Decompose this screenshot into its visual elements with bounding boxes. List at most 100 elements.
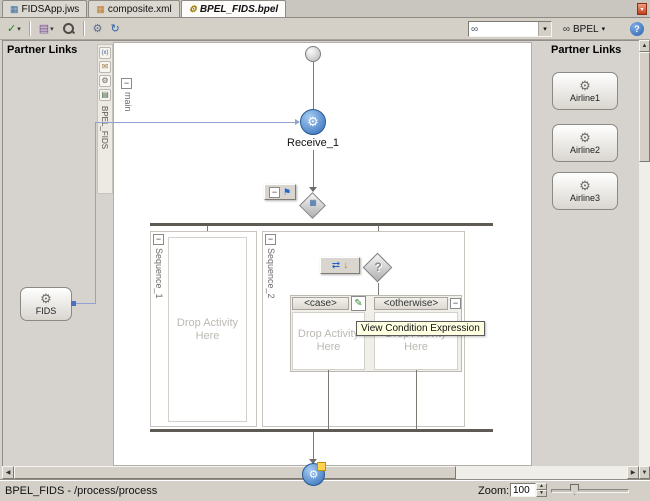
scroll-down-button[interactable]: ▼ — [639, 466, 650, 479]
binoculars-icon: ∞ — [471, 23, 479, 35]
scroll-left-button[interactable]: ◀ — [2, 466, 14, 479]
question-icon: ? — [374, 260, 382, 274]
partner-link-connector — [76, 303, 95, 304]
warning-badge — [317, 462, 326, 471]
refresh-icon: ↻ — [110, 23, 120, 35]
gear-icon: ⚙ — [92, 23, 103, 35]
zoom-decrease-button[interactable]: ▼ — [536, 490, 547, 497]
rail-label: BPEL_FIDS — [100, 106, 109, 150]
partner-links-right-title: Partner Links — [551, 44, 622, 56]
settings-button[interactable]: ⚙ — [90, 20, 106, 38]
otherwise-collapse-button[interactable]: − — [450, 298, 461, 309]
partner-link-label: Airline2 — [569, 144, 600, 155]
gear-icon: ⚙ — [579, 77, 591, 93]
zoom-label: Zoom: — [478, 485, 510, 497]
zoom-input[interactable] — [510, 483, 536, 497]
flow-mini-toolbar: − ⚑ — [264, 184, 296, 200]
bookmark-button[interactable]: ▤ ▾ — [36, 20, 57, 38]
tab-fidsapp[interactable]: ▦ FIDSApp.jws — [2, 0, 88, 17]
flow-activity[interactable]: ▦ — [299, 192, 327, 220]
flow-line — [313, 150, 314, 187]
glasses-icon: ∞ — [562, 23, 571, 35]
gear-icon: ⚙ — [307, 114, 319, 129]
process-path: BPEL_FIDS - /process/process — [5, 484, 158, 497]
tab-label: composite.xml — [107, 3, 172, 15]
sequence-collapse-button[interactable]: − — [265, 234, 276, 245]
tab-bpel-fids[interactable]: ⚙ BPEL_FIDS.bpel — [180, 0, 287, 17]
bookmark-icon: ▤ — [38, 23, 50, 35]
vertical-scrollbar-thumb[interactable] — [639, 52, 650, 162]
drop-activity-zone[interactable]: Drop Activity Here — [168, 237, 247, 422]
horizontal-scrollbar-thumb[interactable] — [14, 466, 456, 479]
partner-link-fids[interactable]: ⚙ FIDS — [20, 287, 72, 321]
flow-bar-top — [150, 223, 493, 226]
flow-line — [313, 432, 314, 461]
switch-activity[interactable]: ? — [362, 252, 393, 283]
chevron-down-icon: ▾ — [601, 26, 606, 33]
gear-icon: ⚙ — [579, 129, 591, 145]
partner-link-label: Airline1 — [569, 92, 600, 103]
zoom-slider-track[interactable] — [551, 489, 629, 493]
case-header[interactable]: <case> — [292, 297, 349, 310]
sequence-2-label: Sequence_2 — [266, 248, 276, 299]
tab-label: FIDSApp.jws — [21, 3, 80, 15]
refresh-button[interactable]: ↻ — [108, 20, 123, 38]
partner-links-left-title: Partner Links — [7, 44, 78, 56]
tooltip: View Condition Expression — [356, 321, 485, 336]
combo-dropdown-button[interactable]: ▾ — [538, 22, 551, 36]
view-condition-button[interactable]: ✎ — [351, 296, 366, 311]
scope-collapse-button[interactable]: − — [121, 78, 132, 89]
composite-icon: ▦ — [96, 3, 105, 14]
tab-composite[interactable]: ▦ composite.xml — [88, 0, 180, 17]
gear-icon[interactable]: ⚙ — [99, 75, 111, 87]
mail-icon[interactable]: ✉ — [99, 61, 111, 73]
receive-label: Receive_1 — [287, 137, 339, 149]
sequence-1-label: Sequence_1 — [154, 248, 164, 299]
gear-icon: ⚙ — [40, 290, 52, 306]
toolbar: ✓ ▾ ▤ ▾ ⚙ ↻ — [0, 18, 650, 40]
bpel-view-button[interactable]: ∞ BPEL ▾ — [557, 21, 611, 37]
palette-icon[interactable]: ▤ — [99, 89, 111, 101]
magnifier-icon — [62, 22, 75, 35]
chevron-down-icon: ▾ — [50, 25, 54, 33]
bpel-view-label: BPEL — [573, 23, 599, 35]
search-combo[interactable]: ∞ ▾ — [468, 21, 552, 37]
start-node[interactable] — [305, 46, 321, 62]
flow-line — [313, 62, 314, 109]
tab-bar: ▦ FIDSApp.jws ▦ composite.xml ⚙ BPEL_FID… — [0, 0, 650, 18]
flow-bar-bottom — [150, 429, 493, 432]
gear-icon: ⚙ — [188, 3, 197, 14]
tab-menu-icon[interactable]: ▾ — [637, 3, 647, 15]
sequence-collapse-button[interactable]: − — [153, 234, 164, 245]
scroll-up-button[interactable]: ▲ — [639, 40, 650, 52]
partner-link-airline2[interactable]: ⚙ Airline2 — [552, 124, 618, 162]
search-button[interactable] — [59, 20, 78, 38]
app-icon: ▦ — [10, 3, 19, 14]
flow-icon: ▦ — [309, 198, 317, 207]
receive-activity[interactable]: ⚙ — [300, 109, 326, 135]
switch-mini-toolbar: ⇄ ↓ — [320, 257, 360, 274]
scope-label: main — [123, 92, 133, 112]
flag-icon[interactable]: ⚑ — [283, 187, 291, 198]
add-case-icon[interactable]: ⇄ — [332, 260, 340, 271]
partner-link-airline1[interactable]: ⚙ Airline1 — [552, 72, 618, 110]
partner-link-label: Airline3 — [569, 192, 600, 203]
chevron-down-icon: ▾ — [17, 25, 21, 33]
toolbar-separator — [82, 21, 85, 36]
scroll-right-button[interactable]: ▶ — [627, 466, 639, 479]
flow-line — [328, 370, 329, 429]
drop-activity-zone[interactable]: Drop Activity Here — [292, 312, 365, 370]
variables-icon[interactable]: (x) — [99, 47, 111, 59]
partner-link-label: FIDS — [35, 305, 57, 316]
zoom-increase-button[interactable]: ▲ — [536, 483, 547, 490]
toolbar-separator — [28, 21, 31, 36]
search-input[interactable] — [480, 23, 538, 35]
build-button[interactable]: ✓ ▾ — [4, 20, 24, 38]
partner-link-airline3[interactable]: ⚙ Airline3 — [552, 172, 618, 210]
help-icon[interactable]: ? — [630, 22, 644, 36]
check-icon: ✓ — [7, 23, 17, 35]
otherwise-header[interactable]: <otherwise> — [374, 297, 448, 310]
collapse-button[interactable]: − — [268, 186, 280, 198]
tab-label: BPEL_FIDS.bpel — [199, 3, 279, 15]
add-otherwise-icon[interactable]: ↓ — [343, 260, 348, 271]
